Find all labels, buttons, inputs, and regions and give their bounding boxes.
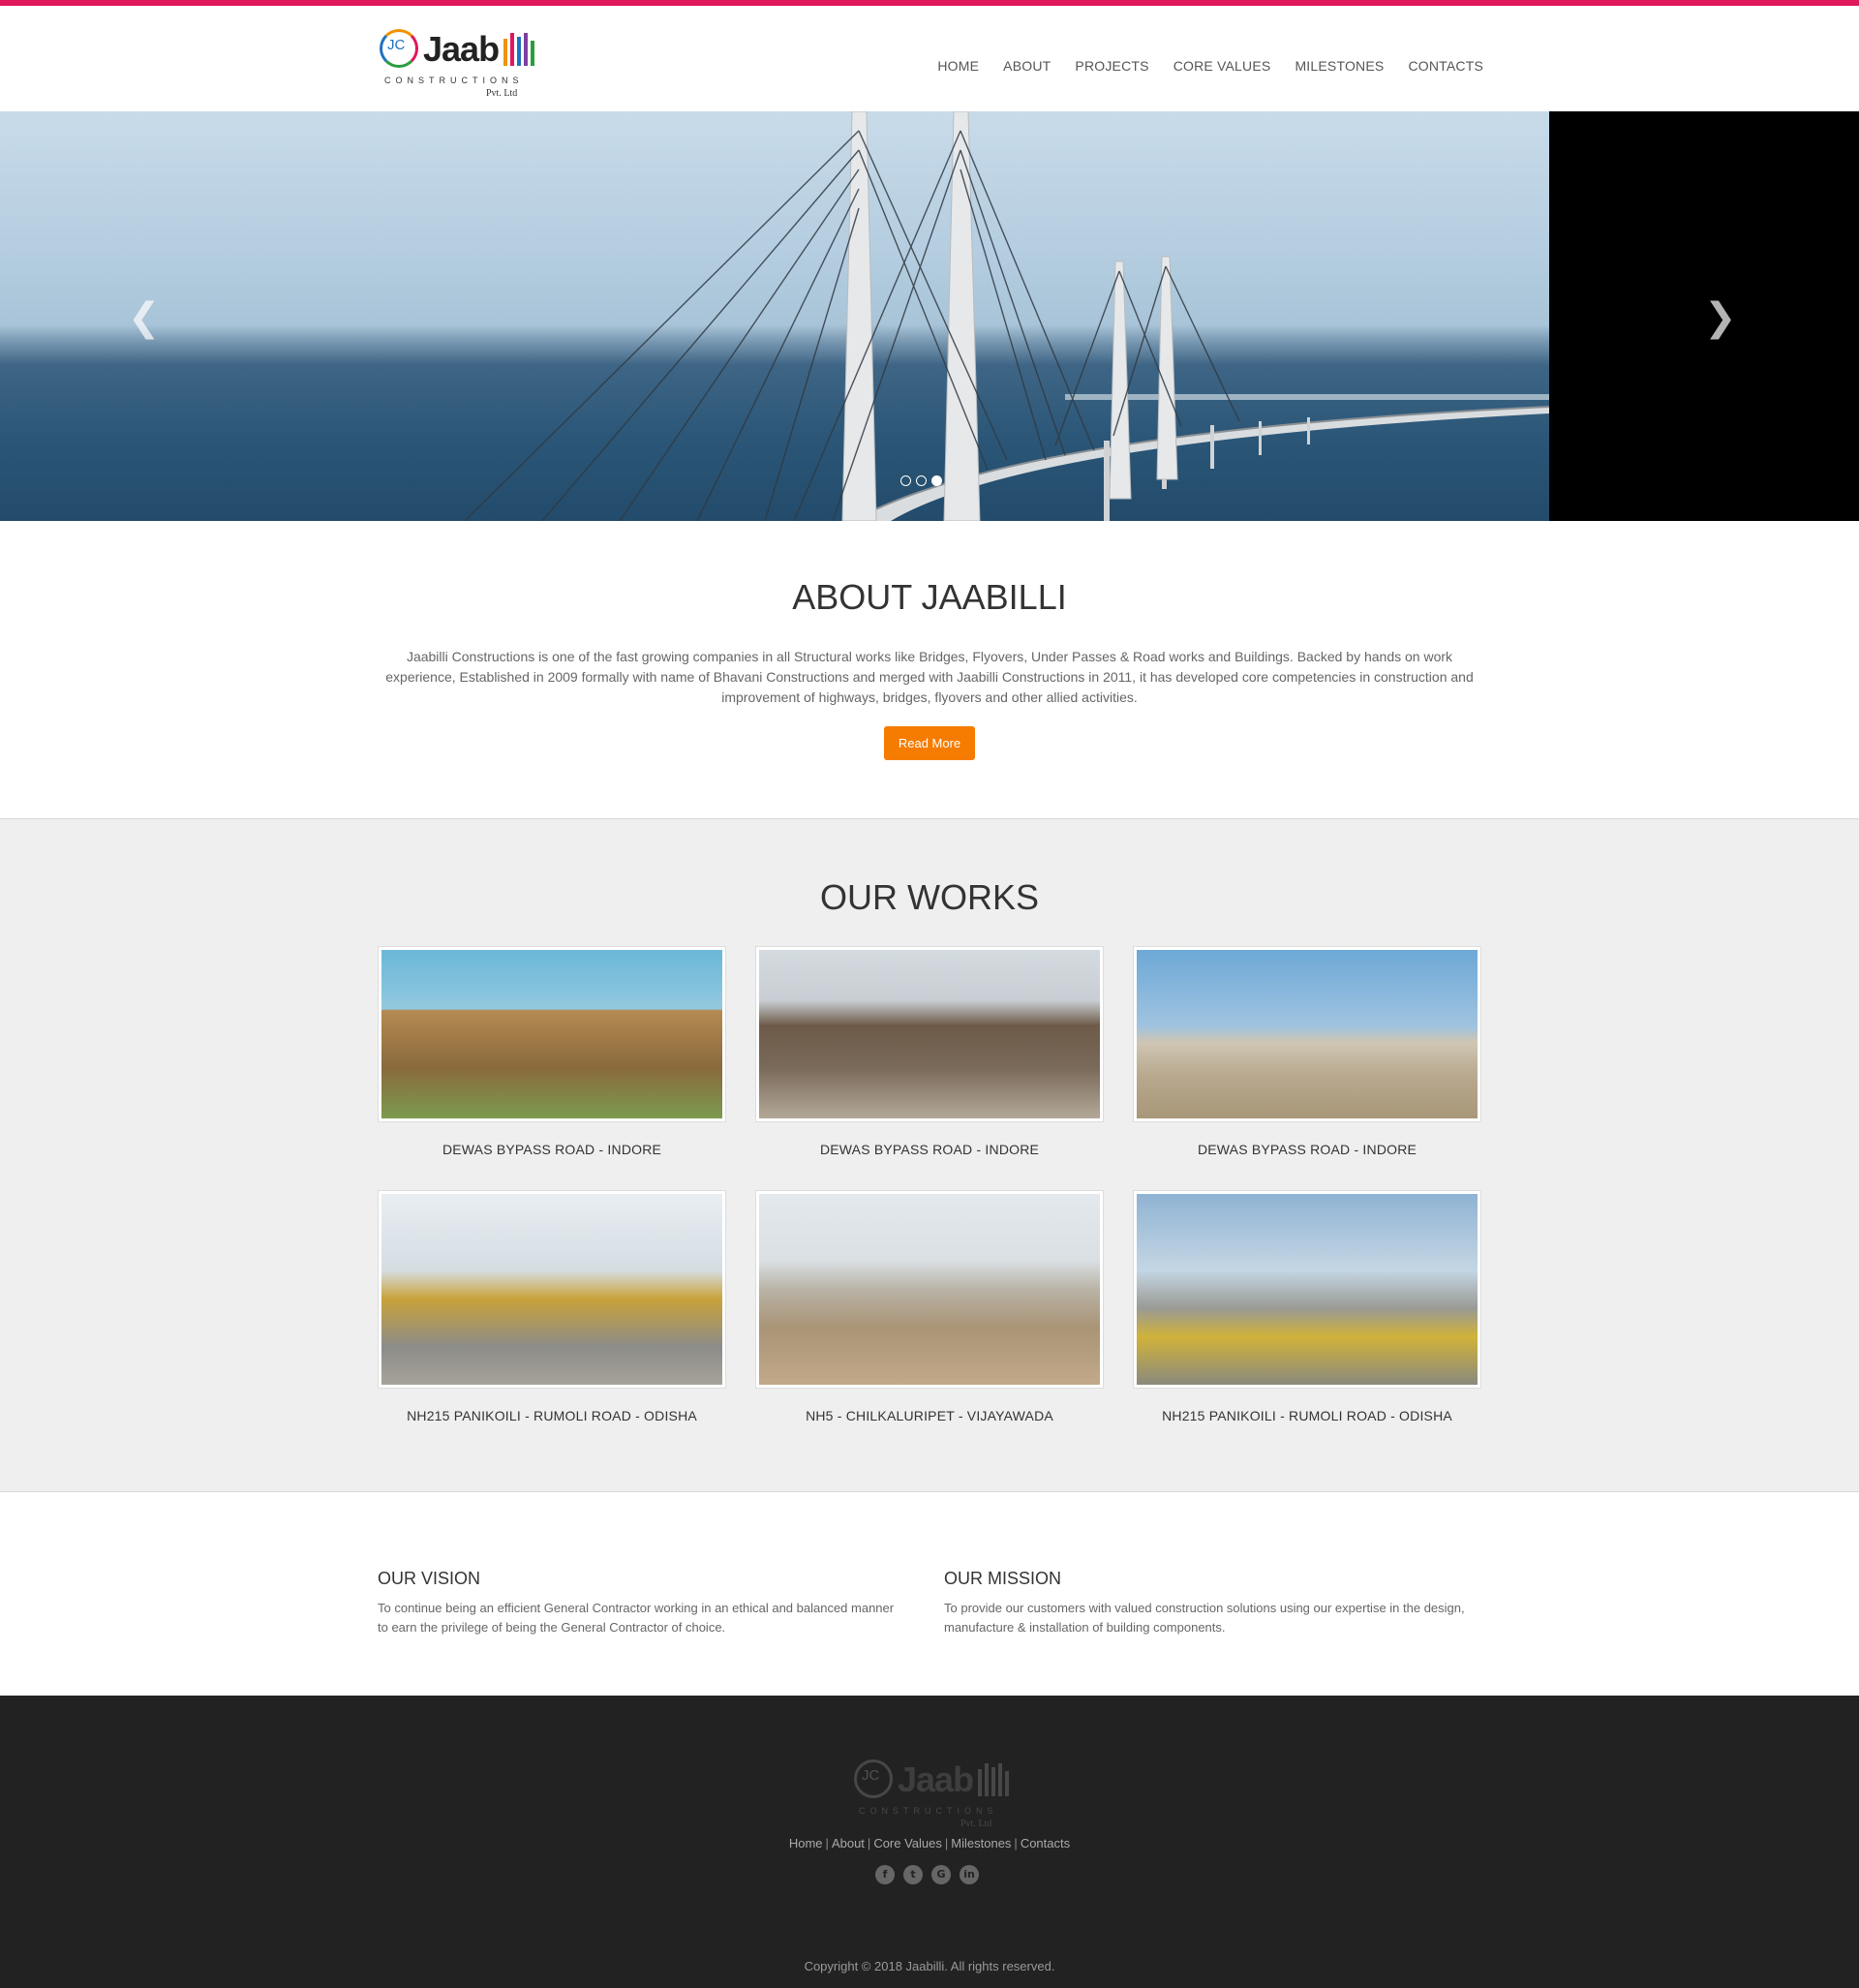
footer-link-about[interactable]: About bbox=[832, 1836, 865, 1850]
nav-core-values[interactable]: CORE VALUES bbox=[1173, 58, 1271, 74]
footer-links: Home | About | Core Values | Milestones | Contac… bbox=[788, 1836, 1071, 1850]
carousel-dot-1[interactable] bbox=[900, 475, 911, 486]
work-caption: NH215 PANIKOILI - RUMOLI ROAD - ODISHA bbox=[1162, 1408, 1452, 1423]
work-thumbnail[interactable] bbox=[378, 1190, 726, 1389]
logo-pvt: Pvt. Ltd bbox=[486, 88, 518, 99]
footer-link-milestones[interactable]: Milestones bbox=[951, 1836, 1011, 1850]
footer-logo-pvt: Pvt. Ltd bbox=[960, 1819, 992, 1829]
work-card: DEWAS BYPASS ROAD - INDORE bbox=[755, 946, 1104, 1157]
work-image-flyover bbox=[759, 1194, 1100, 1385]
footer-logo-bars-icon bbox=[978, 1763, 1009, 1796]
google-plus-icon[interactable]: G bbox=[931, 1865, 951, 1884]
vision-text: To continue being an efficient General C… bbox=[378, 1601, 895, 1635]
twitter-icon[interactable]: t bbox=[903, 1865, 923, 1884]
work-caption: NH5 - CHILKALURIPET - VIJAYAWADA bbox=[806, 1408, 1053, 1423]
carousel-indicators bbox=[900, 475, 942, 486]
logo-bars-icon bbox=[503, 33, 534, 66]
vision-title: OUR VISION bbox=[378, 1569, 481, 1588]
work-caption: DEWAS BYPASS ROAD - INDORE bbox=[442, 1142, 662, 1157]
footer-link-contacts[interactable]: Contacts bbox=[1021, 1836, 1070, 1850]
work-card: NH5 - CHILKALURIPET - VIJAYAWADA bbox=[755, 1190, 1104, 1423]
work-card: NH215 PANIKOILI - RUMOLI ROAD - ODISHA bbox=[1133, 1190, 1481, 1423]
nav-contacts[interactable]: CONTACTS bbox=[1408, 58, 1483, 74]
site-header: JC Jaab CONSTRUCTIONS Pvt. Ltd HOME ABOU… bbox=[0, 6, 1859, 111]
footer-link-core-values[interactable]: Core Values bbox=[873, 1836, 942, 1850]
work-card: DEWAS BYPASS ROAD - INDORE bbox=[1133, 946, 1481, 1157]
vision-mission-section: OUR VISION To continue being an efficien… bbox=[0, 1492, 1859, 1696]
carousel-dot-2[interactable] bbox=[916, 475, 927, 486]
logo-initials: JC bbox=[387, 37, 406, 53]
site-footer: JC Jaab CONSTRUCTIONS Pvt. Ltd Home | Abou… bbox=[0, 1696, 1859, 1988]
carousel-prev-icon[interactable]: ❮ bbox=[128, 295, 161, 340]
main-nav: HOME ABOUT PROJECTS CORE VALUES MILESTON… bbox=[937, 58, 1483, 74]
footer-logo-wordmark: Jaab bbox=[898, 1759, 974, 1799]
work-thumbnail[interactable] bbox=[378, 946, 726, 1122]
linkedin-icon[interactable]: in bbox=[960, 1865, 979, 1884]
work-thumbnail[interactable] bbox=[1133, 946, 1481, 1122]
work-card: DEWAS BYPASS ROAD - INDORE bbox=[378, 946, 726, 1157]
hero-carousel: ❮ ❯ bbox=[0, 111, 1859, 521]
logo-subtitle: CONSTRUCTIONS bbox=[384, 76, 524, 85]
nav-about[interactable]: ABOUT bbox=[1003, 58, 1051, 74]
footer-logo[interactable]: JC Jaab CONSTRUCTIONS Pvt. Ltd bbox=[854, 1754, 1009, 1831]
work-thumbnail[interactable] bbox=[1133, 1190, 1481, 1389]
footer-logo-subtitle: CONSTRUCTIONS bbox=[859, 1806, 998, 1816]
works-section: OUR WORKS DEWAS BYPASS ROAD - INDORE DEW… bbox=[0, 818, 1859, 1492]
social-links: f t G in bbox=[875, 1865, 979, 1884]
work-caption: DEWAS BYPASS ROAD - INDORE bbox=[1197, 1142, 1417, 1157]
about-section: ABOUT JAABILLI Jaabilli Constructions is… bbox=[0, 521, 1859, 818]
nav-milestones[interactable]: MILESTONES bbox=[1295, 58, 1384, 74]
nav-home[interactable]: HOME bbox=[937, 58, 979, 74]
mission-text: To provide our customers with valued con… bbox=[944, 1601, 1465, 1635]
mission-block: OUR MISSION To provide our customers wit… bbox=[944, 1569, 1467, 1637]
work-card: NH215 PANIKOILI - RUMOLI ROAD - ODISHA bbox=[378, 1190, 726, 1423]
work-caption: NH215 PANIKOILI - RUMOLI ROAD - ODISHA bbox=[407, 1408, 697, 1423]
logo-wordmark: Jaab bbox=[423, 29, 500, 69]
vision-block: OUR VISION To continue being an efficien… bbox=[378, 1569, 900, 1637]
footer-logo-initials: JC bbox=[862, 1767, 880, 1784]
facebook-icon[interactable]: f bbox=[875, 1865, 895, 1884]
company-logo[interactable]: JC Jaab CONSTRUCTIONS Pvt. Ltd bbox=[380, 23, 534, 101]
footer-link-home[interactable]: Home bbox=[789, 1836, 823, 1850]
carousel-dot-3[interactable] bbox=[931, 475, 942, 486]
work-image-rebar-wall bbox=[759, 950, 1100, 1118]
nav-projects[interactable]: PROJECTS bbox=[1075, 58, 1148, 74]
work-image-workers-crane bbox=[381, 1194, 722, 1385]
read-more-button[interactable]: Read More bbox=[884, 726, 975, 760]
work-thumbnail[interactable] bbox=[755, 1190, 1104, 1389]
work-caption: DEWAS BYPASS ROAD - INDORE bbox=[819, 1142, 1040, 1157]
hero-bridge-image bbox=[0, 111, 1549, 521]
work-image-crane-lifting bbox=[1137, 1194, 1478, 1385]
work-image-scaffold-bridge bbox=[381, 950, 722, 1118]
work-image-construction-site bbox=[1137, 950, 1478, 1118]
about-title: ABOUT JAABILLI bbox=[792, 577, 1067, 617]
copyright-text: Copyright © 2018 Jaabilli. All rights re… bbox=[804, 1959, 1055, 1973]
about-text: Jaabilli Constructions is one of the fas… bbox=[385, 649, 1474, 705]
carousel-next-icon[interactable]: ❯ bbox=[1704, 295, 1737, 340]
bridge-illustration bbox=[464, 111, 1549, 521]
works-title: OUR WORKS bbox=[819, 877, 1039, 917]
work-thumbnail[interactable] bbox=[755, 946, 1104, 1122]
mission-title: OUR MISSION bbox=[944, 1569, 1062, 1588]
